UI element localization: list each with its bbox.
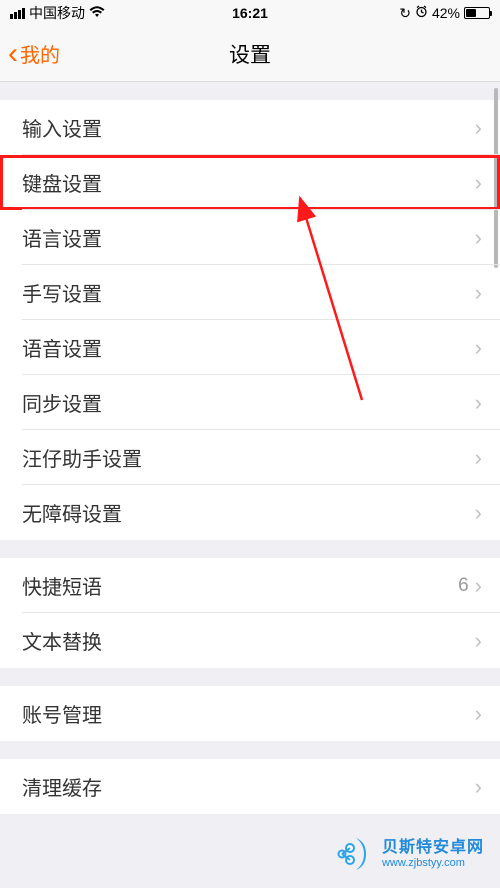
row-label: 无障碍设置 [22,498,475,527]
back-button[interactable]: ‹ 我的 [0,39,60,69]
wifi-icon [89,5,105,21]
chevron-right-icon: › [475,225,482,251]
page-title: 设置 [229,39,271,69]
chevron-right-icon: › [475,500,482,526]
watermark-title: 贝斯特安卓网 [382,839,484,857]
settings-row[interactable]: 语言设置› [0,210,500,265]
settings-row[interactable]: 同步设置› [0,375,500,430]
settings-row[interactable]: 账号管理› [0,686,500,741]
status-right: ↻ 42% [399,5,490,22]
row-label: 手写设置 [22,278,475,307]
settings-row[interactable]: 语音设置› [0,320,500,375]
row-label: 语言设置 [22,223,475,252]
carrier-label: 中国移动 [29,3,85,23]
signal-icon [10,8,25,19]
settings-group: 输入设置›键盘设置›语言设置›手写设置›语音设置›同步设置›汪仔助手设置›无障碍… [0,100,500,540]
settings-row[interactable]: 汪仔助手设置› [0,430,500,485]
watermark-url: www.zjbstyy.com [382,857,484,869]
settings-row[interactable]: 快捷短语6 › [0,558,500,613]
row-label: 汪仔助手设置 [22,443,475,472]
back-label: 我的 [20,39,60,68]
chevron-right-icon: › [475,573,482,599]
row-label: 文本替换 [22,626,475,655]
watermark: 贝斯特安卓网 www.zjbstyy.com [336,834,484,874]
status-bar: 中国移动 16:21 ↻ 42% [0,0,500,26]
chevron-right-icon: › [475,115,482,141]
row-label: 快捷短语 [22,571,458,600]
settings-row[interactable]: 输入设置› [0,100,500,155]
alarm-icon [415,5,428,21]
settings-row[interactable]: 键盘设置› [0,155,500,210]
settings-group: 清理缓存› [0,759,500,814]
chevron-right-icon: › [475,335,482,361]
chevron-right-icon: › [475,445,482,471]
row-label: 账号管理 [22,699,475,728]
settings-row[interactable]: 无障碍设置› [0,485,500,540]
battery-icon [464,7,490,19]
loop-icon: ↻ [399,5,411,22]
settings-group: 账号管理› [0,686,500,741]
status-time: 16:21 [232,5,268,21]
row-label: 清理缓存 [22,772,475,801]
row-label: 语音设置 [22,333,475,362]
chevron-right-icon: › [475,628,482,654]
settings-group: 快捷短语6›文本替换› [0,558,500,668]
settings-row[interactable]: 文本替换› [0,613,500,668]
nav-bar: ‹ 我的 设置 [0,26,500,82]
row-value: 6 [458,575,469,597]
chevron-right-icon: › [475,701,482,727]
settings-row[interactable]: 手写设置› [0,265,500,320]
chevron-right-icon: › [475,170,482,196]
chevron-right-icon: › [475,280,482,306]
row-label: 同步设置 [22,388,475,417]
settings-row[interactable]: 清理缓存› [0,759,500,814]
row-label: 输入设置 [22,113,475,142]
chevron-right-icon: › [475,774,482,800]
status-left: 中国移动 [10,3,105,23]
chevron-left-icon: ‹ [8,39,18,69]
watermark-logo-icon [336,834,376,874]
battery-pct: 42% [432,5,460,21]
row-label: 键盘设置 [22,168,475,197]
chevron-right-icon: › [475,390,482,416]
